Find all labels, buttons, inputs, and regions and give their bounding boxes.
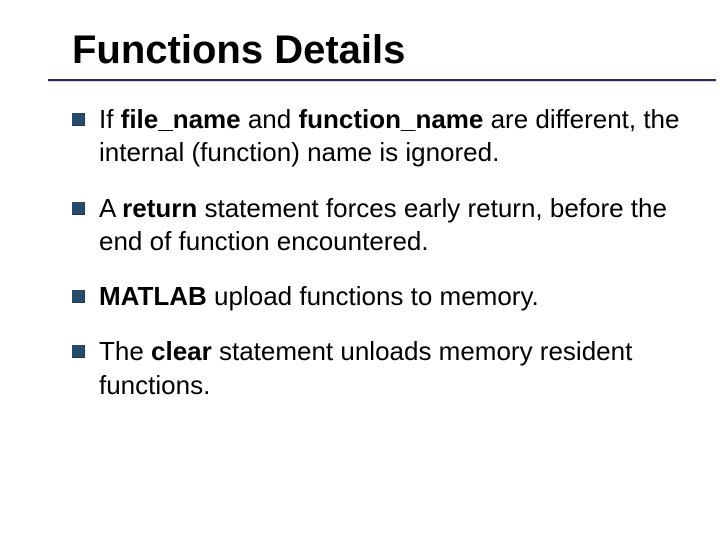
text-run: upload functions to memory. xyxy=(207,281,539,311)
bold-run: MATLAB xyxy=(99,281,207,311)
square-bullet-icon xyxy=(72,290,85,303)
text-run: A xyxy=(99,193,122,223)
list-item: A return statement forces early return, … xyxy=(72,192,686,259)
list-item: If file_name and function_name are diffe… xyxy=(72,103,686,170)
bold-run: clear xyxy=(151,336,212,366)
text-run: and xyxy=(241,104,299,134)
bullet-text: MATLAB upload functions to memory. xyxy=(99,280,686,313)
square-bullet-icon xyxy=(72,345,85,358)
title-underline xyxy=(48,79,716,81)
square-bullet-icon xyxy=(72,113,85,126)
text-run: The xyxy=(99,336,151,366)
title-wrap: Functions Details xyxy=(72,28,692,81)
text-run: If xyxy=(99,104,121,134)
square-bullet-icon xyxy=(72,202,85,215)
bullet-text: If file_name and function_name are diffe… xyxy=(99,103,686,170)
bullet-list: If file_name and function_name are diffe… xyxy=(72,103,692,402)
slide-title: Functions Details xyxy=(72,28,692,79)
bold-run: function_name xyxy=(298,104,483,134)
bold-run: return xyxy=(122,193,197,223)
list-item: MATLAB upload functions to memory. xyxy=(72,280,686,313)
bullet-text: The clear statement unloads memory resid… xyxy=(99,335,686,402)
list-item: The clear statement unloads memory resid… xyxy=(72,335,686,402)
bullet-text: A return statement forces early return, … xyxy=(99,192,686,259)
slide: Functions Details If file_name and funct… xyxy=(0,0,720,540)
bold-run: file_name xyxy=(121,104,241,134)
